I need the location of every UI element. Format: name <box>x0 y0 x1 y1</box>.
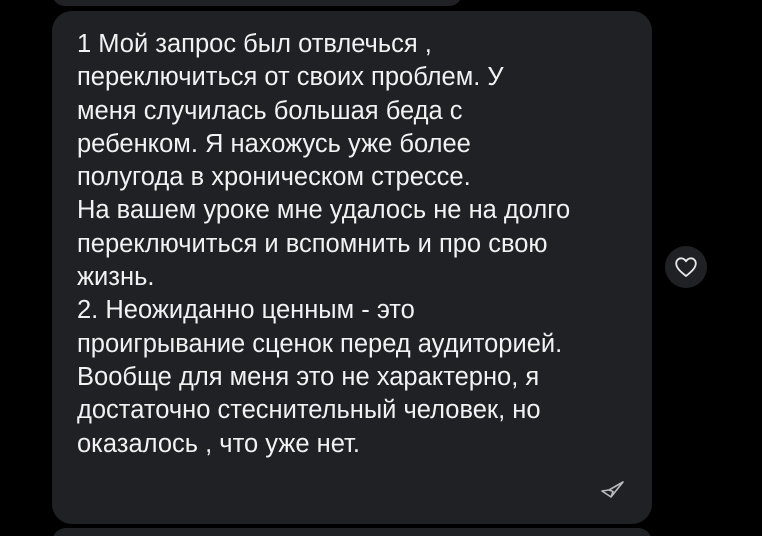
message-text: 1 Мой запрос был отвлечься , переключить… <box>77 30 571 458</box>
next-message-bubble[interactable] <box>52 528 652 536</box>
previous-message-bubble[interactable] <box>52 0 462 6</box>
heart-icon <box>675 257 697 277</box>
reply-arrow-icon[interactable] <box>598 477 626 501</box>
like-reaction-button[interactable] <box>665 246 707 288</box>
chat-screen: 1 Мой запрос был отвлечься , переключить… <box>0 0 762 536</box>
message-bubble[interactable]: 1 Мой запрос был отвлечься , переключить… <box>52 11 652 524</box>
